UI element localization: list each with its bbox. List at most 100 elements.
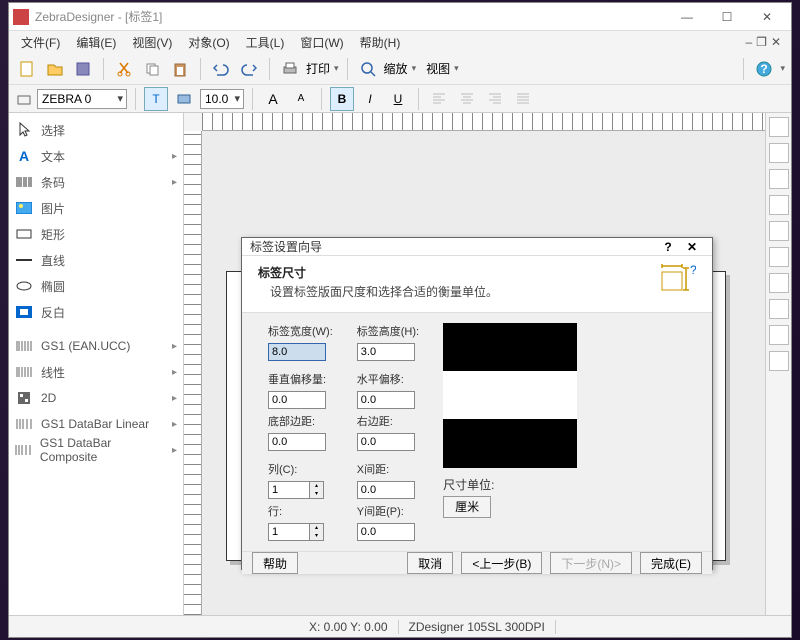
mdi-min[interactable]: –	[745, 35, 752, 49]
sidebar-item-select[interactable]: 选择	[11, 117, 181, 143]
finish-button[interactable]: 完成(E)	[640, 552, 702, 574]
height-input[interactable]	[357, 343, 415, 361]
align-tool-icon[interactable]	[769, 273, 789, 293]
voffset-input[interactable]	[268, 391, 326, 409]
open-icon[interactable]	[43, 57, 67, 81]
unit-button[interactable]: 厘米	[443, 496, 491, 518]
underline-button[interactable]: U	[386, 87, 410, 111]
cut-icon[interactable]	[112, 57, 136, 81]
height-label: 标签高度(H):	[357, 323, 419, 339]
sidebar-item-2d[interactable]: 2D▸	[11, 385, 181, 411]
print-label[interactable]: 打印	[306, 60, 330, 77]
align-tool-icon[interactable]	[769, 299, 789, 319]
xgap-input[interactable]	[357, 481, 415, 499]
wizard-step-title: 标签尺寸	[258, 264, 660, 281]
italic-button[interactable]: I	[358, 87, 382, 111]
font-shrink-icon[interactable]: A	[289, 87, 313, 111]
close-button[interactable]: ✕	[747, 4, 787, 30]
next-button: 下一步(N)>	[550, 552, 632, 574]
unit-label: 尺寸单位:	[443, 476, 577, 493]
sidebar-item-barcode[interactable]: 条码▸	[11, 169, 181, 195]
mdi-close[interactable]: ✕	[771, 35, 781, 49]
dialog-titlebar: 标签设置向导 ? ✕	[242, 238, 712, 256]
align-tool-icon[interactable]	[769, 247, 789, 267]
expand-icon: ▸	[172, 341, 177, 352]
voffset-label: 垂直偏移量:	[268, 371, 333, 387]
menu-tools[interactable]: 工具(L)	[238, 32, 293, 53]
dialog-close-button[interactable]: ✕	[680, 240, 704, 254]
align-tool-icon[interactable]	[769, 117, 789, 137]
sidebar-item-text[interactable]: A文本▸	[11, 143, 181, 169]
svg-text:?: ?	[761, 62, 768, 76]
help-button[interactable]: 帮助	[252, 552, 298, 574]
menu-edit[interactable]: 编辑(E)	[68, 32, 124, 53]
help-icon[interactable]: ?	[752, 57, 776, 81]
align-justify-icon[interactable]	[511, 87, 535, 111]
wizard-header: 标签尺寸 设置标签版面尺度和选择合适的衡量单位。 ?	[242, 256, 712, 313]
zoom-icon[interactable]	[356, 57, 380, 81]
mdi-restore[interactable]: ❐	[756, 35, 767, 49]
printer-combo[interactable]: ZEBRA 0	[37, 89, 127, 109]
sidebar-item-label: 线性	[41, 364, 65, 381]
sidebar-item-databar-composite[interactable]: GS1 DataBar Composite▸	[11, 437, 181, 463]
bmargin-input[interactable]	[268, 433, 326, 451]
sidebar-item-ellipse[interactable]: 椭圆	[11, 273, 181, 299]
new-icon[interactable]	[15, 57, 39, 81]
maximize-button[interactable]: ☐	[707, 4, 747, 30]
sidebar-item-inverse[interactable]: 反白	[11, 299, 181, 325]
format-toolbar: ZEBRA 0 T 10.0 A A B I U	[9, 85, 791, 113]
view-label[interactable]: 视图	[426, 60, 450, 77]
menu-view[interactable]: 视图(V)	[124, 32, 180, 53]
align-tool-icon[interactable]	[769, 143, 789, 163]
zoom-label[interactable]: 缩放	[384, 60, 408, 77]
align-left-icon[interactable]	[427, 87, 451, 111]
rmargin-input[interactable]	[357, 433, 415, 451]
hoffset-input[interactable]	[357, 391, 415, 409]
align-tool-icon[interactable]	[769, 169, 789, 189]
hoffset-label: 水平偏移:	[357, 371, 419, 387]
printer-icon[interactable]	[278, 57, 302, 81]
menu-object[interactable]: 对象(O)	[180, 32, 237, 53]
redo-icon[interactable]	[237, 57, 261, 81]
app-icon	[13, 9, 29, 25]
sidebar-item-gs1[interactable]: GS1 (EAN.UCC)▸	[11, 333, 181, 359]
align-tool-icon[interactable]	[769, 351, 789, 371]
undo-icon[interactable]	[209, 57, 233, 81]
cols-input[interactable]	[268, 481, 310, 499]
label-preview	[443, 323, 577, 468]
menu-window[interactable]: 窗口(W)	[292, 32, 351, 53]
align-right-icon[interactable]	[483, 87, 507, 111]
align-toolbar	[765, 113, 791, 615]
sidebar-item-image[interactable]: 图片	[11, 195, 181, 221]
spinner-icon[interactable]: ▴▾	[310, 523, 324, 541]
ygap-input[interactable]	[357, 523, 415, 541]
sidebar-item-line[interactable]: 直线	[11, 247, 181, 273]
paste-icon[interactable]	[168, 57, 192, 81]
menu-file[interactable]: 文件(F)	[13, 32, 68, 53]
sidebar-item-databar-linear[interactable]: GS1 DataBar Linear▸	[11, 411, 181, 437]
cancel-button[interactable]: 取消	[407, 552, 453, 574]
back-button[interactable]: <上一步(B)	[461, 552, 542, 574]
text-mode-icon[interactable]: T	[144, 87, 168, 111]
align-tool-icon[interactable]	[769, 195, 789, 215]
align-center-icon[interactable]	[455, 87, 479, 111]
sidebar-item-rect[interactable]: 矩形	[11, 221, 181, 247]
label-mode-icon[interactable]	[172, 87, 196, 111]
bold-button[interactable]: B	[330, 87, 354, 111]
font-grow-icon[interactable]: A	[261, 87, 285, 111]
label-setup-wizard-dialog: 标签设置向导 ? ✕ 标签尺寸 设置标签版面尺度和选择合适的衡量单位。 ? 标签…	[241, 237, 713, 570]
spinner-icon[interactable]: ▴▾	[310, 481, 324, 499]
save-icon[interactable]	[71, 57, 95, 81]
align-tool-icon[interactable]	[769, 221, 789, 241]
status-printer: ZDesigner 105SL 300DPI	[399, 620, 556, 634]
align-tool-icon[interactable]	[769, 325, 789, 345]
menu-help[interactable]: 帮助(H)	[352, 32, 409, 53]
dialog-help-button[interactable]: ?	[656, 240, 680, 254]
minimize-button[interactable]: —	[667, 4, 707, 30]
copy-icon[interactable]	[140, 57, 164, 81]
sidebar-item-linear[interactable]: 线性▸	[11, 359, 181, 385]
rows-input[interactable]	[268, 523, 310, 541]
width-input[interactable]	[268, 343, 326, 361]
titlebar: ZebraDesigner - [标签1] — ☐ ✕	[9, 3, 791, 31]
fontsize-combo[interactable]: 10.0	[200, 89, 244, 109]
